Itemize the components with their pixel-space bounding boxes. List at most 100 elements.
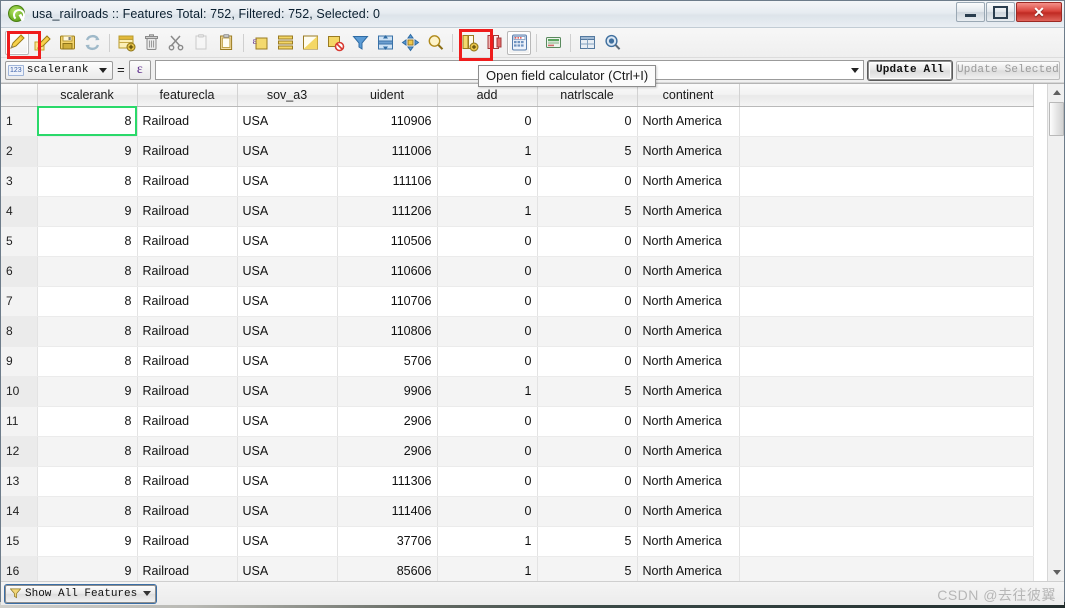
cell-add[interactable]: 0 [437, 436, 538, 467]
conditional-formatting-button[interactable] [541, 31, 565, 55]
column-header-natrlscale[interactable]: natrlscale [537, 84, 638, 107]
cell-continent[interactable]: North America [637, 496, 740, 527]
cell-featurecla[interactable]: Railroad [137, 196, 238, 227]
row-number-header[interactable] [1, 84, 38, 107]
cell-uident[interactable]: 111106 [337, 166, 438, 197]
cell-scalerank-selected[interactable]: 8 [37, 106, 138, 137]
cell-sov_a3[interactable]: USA [237, 106, 338, 137]
move-selection-to-top-button[interactable] [373, 31, 397, 55]
reload-table-button[interactable] [80, 31, 104, 55]
table-row[interactable]: 5 8 Railroad USA 110506 0 0 North America [1, 226, 1034, 257]
cell-continent[interactable]: North America [637, 316, 740, 347]
cell-sov_a3[interactable]: USA [237, 376, 338, 407]
cell-continent[interactable]: North America [637, 466, 740, 497]
scroll-up-button[interactable] [1048, 84, 1064, 101]
cell-sov_a3[interactable]: USA [237, 316, 338, 347]
cell-uident[interactable]: 110806 [337, 316, 438, 347]
cell-natrlscale[interactable]: 0 [537, 166, 638, 197]
cell-sov_a3[interactable]: USA [237, 286, 338, 317]
cell-continent[interactable]: North America [637, 526, 740, 557]
cell-natrlscale[interactable]: 0 [537, 316, 638, 347]
cell-natrlscale[interactable]: 5 [537, 196, 638, 227]
pan-map-to-selected-button[interactable] [398, 31, 422, 55]
cell-featurecla[interactable]: Railroad [137, 346, 238, 377]
cell-continent[interactable]: North America [637, 436, 740, 467]
table-row[interactable]: 3 8 Railroad USA 111106 0 0 North America [1, 166, 1034, 197]
row-number-cell[interactable]: 16 [1, 556, 38, 581]
row-number-cell[interactable]: 2 [1, 136, 38, 167]
cell-scalerank[interactable]: 8 [37, 226, 138, 257]
cell-add[interactable]: 0 [437, 166, 538, 197]
cell-natrlscale[interactable]: 0 [537, 436, 638, 467]
cell-scalerank[interactable]: 9 [37, 556, 138, 581]
cell-natrlscale[interactable]: 0 [537, 226, 638, 257]
cell-continent[interactable]: North America [637, 406, 740, 437]
cell-scalerank[interactable]: 9 [37, 136, 138, 167]
cell-uident[interactable]: 110506 [337, 226, 438, 257]
cell-uident[interactable]: 111406 [337, 496, 438, 527]
row-number-cell[interactable]: 7 [1, 286, 38, 317]
cell-natrlscale[interactable]: 5 [537, 526, 638, 557]
cell-scalerank[interactable]: 9 [37, 196, 138, 227]
cell-uident[interactable]: 110906 [337, 106, 438, 137]
row-number-cell[interactable]: 10 [1, 376, 38, 407]
cell-natrlscale[interactable]: 0 [537, 256, 638, 287]
column-header-sov_a3[interactable]: sov_a3 [237, 84, 338, 107]
cell-add[interactable]: 1 [437, 556, 538, 581]
table-row[interactable]: 8 8 Railroad USA 110806 0 0 North America [1, 316, 1034, 347]
cell-uident[interactable]: 2906 [337, 406, 438, 437]
cell-scalerank[interactable]: 9 [37, 526, 138, 557]
cell-natrlscale[interactable]: 0 [537, 106, 638, 137]
cell-sov_a3[interactable]: USA [237, 196, 338, 227]
cell-continent[interactable]: North America [637, 196, 740, 227]
cell-add[interactable]: 0 [437, 496, 538, 527]
row-number-cell[interactable]: 9 [1, 346, 38, 377]
delete-field-button[interactable] [482, 31, 506, 55]
maximize-button[interactable] [986, 2, 1015, 22]
cell-add[interactable]: 0 [437, 256, 538, 287]
cell-add[interactable]: 1 [437, 526, 538, 557]
copy-features-button[interactable] [189, 31, 213, 55]
cell-featurecla[interactable]: Railroad [137, 376, 238, 407]
cell-add[interactable]: 0 [437, 106, 538, 137]
table-row[interactable]: 4 9 Railroad USA 111206 1 5 North America [1, 196, 1034, 227]
cell-sov_a3[interactable]: USA [237, 256, 338, 287]
cell-featurecla[interactable]: Railroad [137, 556, 238, 581]
paste-features-button[interactable] [214, 31, 238, 55]
add-feature-button[interactable] [114, 31, 138, 55]
cell-add[interactable]: 1 [437, 376, 538, 407]
cell-scalerank[interactable]: 8 [37, 346, 138, 377]
cell-uident[interactable]: 37706 [337, 526, 438, 557]
cell-scalerank[interactable]: 8 [37, 316, 138, 347]
cell-add[interactable]: 0 [437, 406, 538, 437]
field-select-combobox[interactable]: 123 scalerank [5, 60, 113, 80]
scroll-down-button[interactable] [1048, 564, 1064, 581]
cell-scalerank[interactable]: 8 [37, 466, 138, 497]
toggle-editing-button[interactable] [5, 30, 29, 55]
cell-add[interactable]: 1 [437, 196, 538, 227]
cell-sov_a3[interactable]: USA [237, 136, 338, 167]
filter-select-button[interactable] [348, 31, 372, 55]
cell-sov_a3[interactable]: USA [237, 436, 338, 467]
actions-button[interactable] [600, 31, 624, 55]
cell-sov_a3[interactable]: USA [237, 526, 338, 557]
cell-scalerank[interactable]: 8 [37, 256, 138, 287]
column-header-add[interactable]: add [437, 84, 538, 107]
column-header-featurecla[interactable]: featurecla [137, 84, 238, 107]
cell-add[interactable]: 1 [437, 136, 538, 167]
table-row[interactable]: 10 9 Railroad USA 9906 1 5 North America [1, 376, 1034, 407]
cell-uident[interactable]: 85606 [337, 556, 438, 581]
cell-add[interactable]: 0 [437, 316, 538, 347]
table-row[interactable]: 6 8 Railroad USA 110606 0 0 North America [1, 256, 1034, 287]
cell-featurecla[interactable]: Railroad [137, 256, 238, 287]
cell-sov_a3[interactable]: USA [237, 496, 338, 527]
open-field-calculator-button[interactable] [507, 30, 531, 55]
show-all-features-button[interactable]: Show All Features [5, 584, 157, 603]
cell-continent[interactable]: North America [637, 346, 740, 377]
cell-sov_a3[interactable]: USA [237, 406, 338, 437]
cell-natrlscale[interactable]: 0 [537, 406, 638, 437]
cell-natrlscale[interactable]: 5 [537, 556, 638, 581]
table-row[interactable]: 13 8 Railroad USA 111306 0 0 North America [1, 466, 1034, 497]
cell-featurecla[interactable]: Railroad [137, 466, 238, 497]
cell-add[interactable]: 0 [437, 286, 538, 317]
